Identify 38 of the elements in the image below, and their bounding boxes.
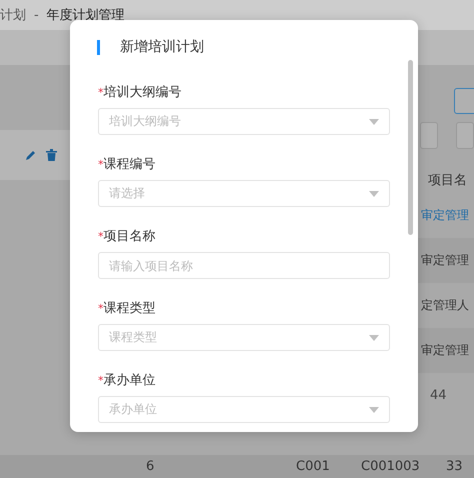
select-field[interactable]: 承办单位 — [98, 396, 390, 423]
table-cell: 33 — [446, 459, 463, 474]
select-field[interactable]: 课程类型 — [98, 324, 390, 351]
required-mark: * — [98, 158, 104, 170]
breadcrumb-item[interactable]: 计划 — [0, 6, 26, 24]
input-field[interactable] — [456, 122, 474, 149]
title-accent-bar — [97, 40, 100, 54]
table-cell: C001003 — [361, 459, 420, 474]
required-mark: * — [98, 86, 104, 98]
caret-icon — [369, 118, 379, 124]
breadcrumb-separator: - — [34, 8, 39, 22]
column-header: 项目名 — [428, 173, 467, 188]
table-cell: C001 — [296, 459, 330, 474]
table-link[interactable]: 审定管理 — [421, 207, 469, 224]
field-label: 承办单位 — [104, 372, 156, 389]
table-cell: 6 — [146, 459, 154, 474]
required-mark: * — [98, 302, 104, 314]
caret-icon — [369, 190, 379, 196]
input-field[interactable] — [420, 122, 438, 149]
required-mark: * — [98, 374, 104, 386]
scrollbar-thumb[interactable] — [408, 60, 413, 235]
field-label: 课程类型 — [104, 300, 156, 317]
delete-icon[interactable] — [46, 149, 57, 161]
field-label: 项目名称 — [104, 228, 156, 245]
table-cell: 定管理人 — [421, 297, 469, 314]
table-cell: 审定管理 — [421, 252, 469, 269]
select-field[interactable]: 请选择 — [98, 180, 390, 207]
select-field[interactable]: 培训大纲编号 — [98, 108, 390, 135]
breadcrumb-item[interactable]: 年度计划管理 — [46, 6, 125, 24]
table-cell: 审定管理 — [421, 342, 469, 359]
field-label: 课程编号 — [104, 156, 156, 173]
field-label: 培训大纲编号 — [104, 84, 182, 101]
required-mark: * — [98, 230, 104, 242]
table-cell: 44 — [430, 388, 447, 403]
edit-icon[interactable] — [25, 150, 36, 160]
caret-icon — [369, 334, 379, 340]
caret-icon — [369, 406, 379, 412]
dialog-title: 新增培训计划 — [120, 38, 204, 56]
